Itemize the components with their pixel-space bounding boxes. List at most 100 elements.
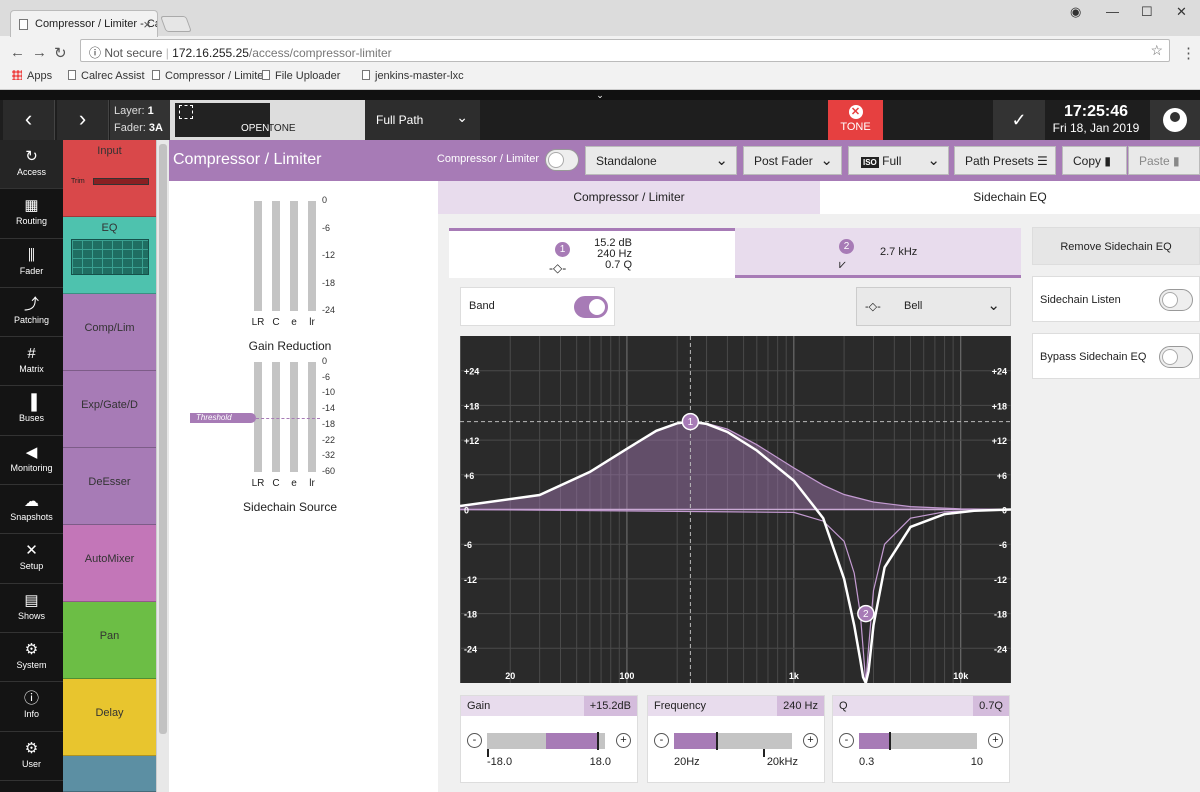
remove-sidechain-eq-button[interactable]: Remove Sidechain EQ: [1032, 227, 1200, 265]
gain-increment-button[interactable]: +: [616, 733, 631, 748]
q-control: Q 0.7Q - +0.3 10: [832, 695, 1010, 783]
threshold-marker[interactable]: Threshold: [190, 413, 256, 423]
paste-button[interactable]: Paste ▮: [1128, 146, 1200, 175]
path-presets-button[interactable]: Path Presets ☰: [954, 146, 1056, 175]
trim-control[interactable]: Trim: [71, 178, 149, 185]
nav-snapshots[interactable]: ☁ Snapshots: [0, 485, 63, 535]
module-delay[interactable]: Delay: [63, 679, 156, 756]
open-display: OPEN: [175, 103, 270, 137]
bookmark-star-icon[interactable]: ☆: [1150, 42, 1163, 59]
next-button[interactable]: ›: [57, 100, 109, 140]
nav-user[interactable]: ⚙ User: [0, 732, 63, 781]
y-tick-label-left: +6: [464, 471, 474, 481]
frequency-decrement-button[interactable]: -: [654, 733, 669, 748]
module-scrollbar[interactable]: [156, 140, 169, 792]
nav-shows[interactable]: ▤ Shows: [0, 584, 63, 633]
collapse-handle[interactable]: ⌄: [0, 90, 1200, 100]
module-input[interactable]: Input Trim: [63, 140, 156, 217]
copy-button[interactable]: Copy ▮: [1062, 146, 1127, 175]
frequency-increment-button[interactable]: +: [803, 733, 818, 748]
module-eq[interactable]: EQ: [63, 217, 156, 294]
frequency-slider[interactable]: [674, 732, 792, 757]
reload-icon[interactable]: ↻: [54, 44, 67, 62]
band-2-button[interactable]: 2 ⩗ 2.7 kHz: [735, 228, 1021, 278]
user-button[interactable]: [1150, 100, 1200, 140]
frequency-label: Frequency: [654, 700, 706, 712]
module-deesser[interactable]: DeEsser: [63, 448, 156, 525]
gain-max-label: 18.0: [589, 756, 611, 768]
compressor-enable-toggle[interactable]: Compressor / Limiter: [437, 149, 579, 174]
bookmark-apps[interactable]: Apps: [12, 70, 52, 82]
nav-routing[interactable]: ▦ Routing: [0, 189, 63, 239]
nav-label: User: [21, 758, 41, 769]
tab-compressor-limiter[interactable]: Compressor / Limiter: [438, 181, 820, 214]
toggle-knob: [1162, 349, 1178, 365]
new-tab-button[interactable]: [160, 16, 192, 32]
info-icon[interactable]: ⓘ: [89, 46, 104, 60]
nav-access[interactable]: ↻ Access: [0, 140, 63, 190]
browser-tab[interactable]: Compressor / Limiter - Ca ×: [10, 10, 158, 37]
module-exp-gate-d[interactable]: Exp/Gate/D: [63, 371, 156, 448]
nav-setup[interactable]: ✕ Setup: [0, 534, 63, 584]
filter-type-dropdown[interactable]: -◇- Bell ⌄: [856, 287, 1011, 326]
iso-dropdown[interactable]: ISO Full ⌄: [848, 146, 949, 175]
maximize-icon[interactable]: ☐: [1141, 4, 1153, 20]
sidechain-listen-toggle[interactable]: [1159, 289, 1193, 311]
apps-icon: [12, 70, 22, 80]
meter-bar: [308, 201, 316, 311]
position-dropdown[interactable]: Post Fader ⌄: [743, 146, 842, 175]
nav-info[interactable]: ⓘ Info: [0, 682, 63, 732]
page-icon: [68, 70, 76, 80]
prev-button[interactable]: ‹: [3, 100, 55, 140]
nav-patching[interactable]: ⤴ Patching: [0, 288, 63, 338]
full-path-dropdown[interactable]: Full Path ⌄: [365, 100, 480, 140]
nav-buses[interactable]: ▐ Buses: [0, 386, 63, 436]
q-decrement-button[interactable]: -: [839, 733, 854, 748]
eq-graph[interactable]: +24 +24 +18 +18 +12 +12 +6 +6 0 0 -6 -6 -12 -12 -18 -18…: [459, 336, 1012, 687]
gain-decrement-button[interactable]: -: [467, 733, 482, 748]
tone-button[interactable]: ✕ TONE: [828, 100, 883, 140]
nav-fader[interactable]: ⫼ Fader: [0, 239, 63, 288]
band-toggle[interactable]: [574, 296, 608, 318]
eq-curve-chart[interactable]: +24 +24 +18 +18 +12 +12 +6 +6 0 0 -6 -6 -12 -12 -18 -18…: [459, 336, 1012, 687]
mode-dropdown[interactable]: Standalone ⌄: [585, 146, 737, 175]
bookmark-calrec-assist[interactable]: Calrec Assist: [68, 70, 145, 82]
back-icon[interactable]: ←: [10, 44, 25, 61]
module-comp-lim[interactable]: Comp/Lim: [63, 294, 156, 371]
address-bar[interactable]: ⓘ Not secure | 172.16.255.25/access/comp…: [80, 39, 1170, 62]
confirm-button[interactable]: ✓: [993, 100, 1045, 140]
menu-icon[interactable]: ⋮: [1181, 44, 1196, 62]
bookmark-compressor-limiter[interactable]: Compressor / Limiter: [152, 70, 267, 82]
toggle-switch[interactable]: [545, 149, 579, 171]
q-slider[interactable]: [859, 732, 977, 750]
q-value: 0.7Q: [973, 696, 1009, 716]
band-1-button[interactable]: 1 -◇- 15.2 dB 240 Hz 0.7 Q: [449, 228, 735, 278]
sliders-icon: ☰: [1037, 154, 1048, 168]
position-value: Post Fader: [754, 154, 813, 168]
module-more[interactable]: [63, 756, 156, 792]
close-window-icon[interactable]: ✕: [1176, 4, 1187, 20]
path-open-panel[interactable]: OPEN TONE: [170, 100, 365, 140]
patching-icon: ⤴: [23, 295, 39, 313]
y-tick-label-left: +24: [464, 367, 479, 377]
gain-slider[interactable]: [487, 732, 605, 757]
nav-monitoring[interactable]: ◀ Monitoring: [0, 436, 63, 486]
profile-icon[interactable]: ◉: [1070, 4, 1081, 20]
trim-slider[interactable]: [93, 178, 149, 185]
q-increment-button[interactable]: +: [988, 733, 1003, 748]
module-pan[interactable]: Pan: [63, 602, 156, 679]
minimize-icon[interactable]: —: [1106, 4, 1119, 19]
y-tick-label-right: +6: [997, 471, 1007, 481]
scrollbar-thumb[interactable]: [159, 144, 167, 734]
nav-matrix[interactable]: # Matrix: [0, 337, 63, 387]
bookmark-jenkins[interactable]: jenkins-master-lxc: [362, 70, 464, 82]
close-tab-icon[interactable]: ×: [143, 17, 151, 32]
nav-system[interactable]: ⚙ System: [0, 633, 63, 683]
module-automixer[interactable]: AutoMixer: [63, 525, 156, 602]
band-2-handle[interactable]: 2: [857, 604, 875, 623]
bypass-sidechain-eq-toggle[interactable]: [1159, 346, 1193, 368]
band-1-handle[interactable]: 1: [681, 412, 700, 431]
forward-icon[interactable]: →: [32, 44, 47, 61]
bookmark-file-uploader[interactable]: File Uploader: [262, 70, 340, 82]
tab-sidechain-eq[interactable]: Sidechain EQ: [820, 181, 1200, 214]
